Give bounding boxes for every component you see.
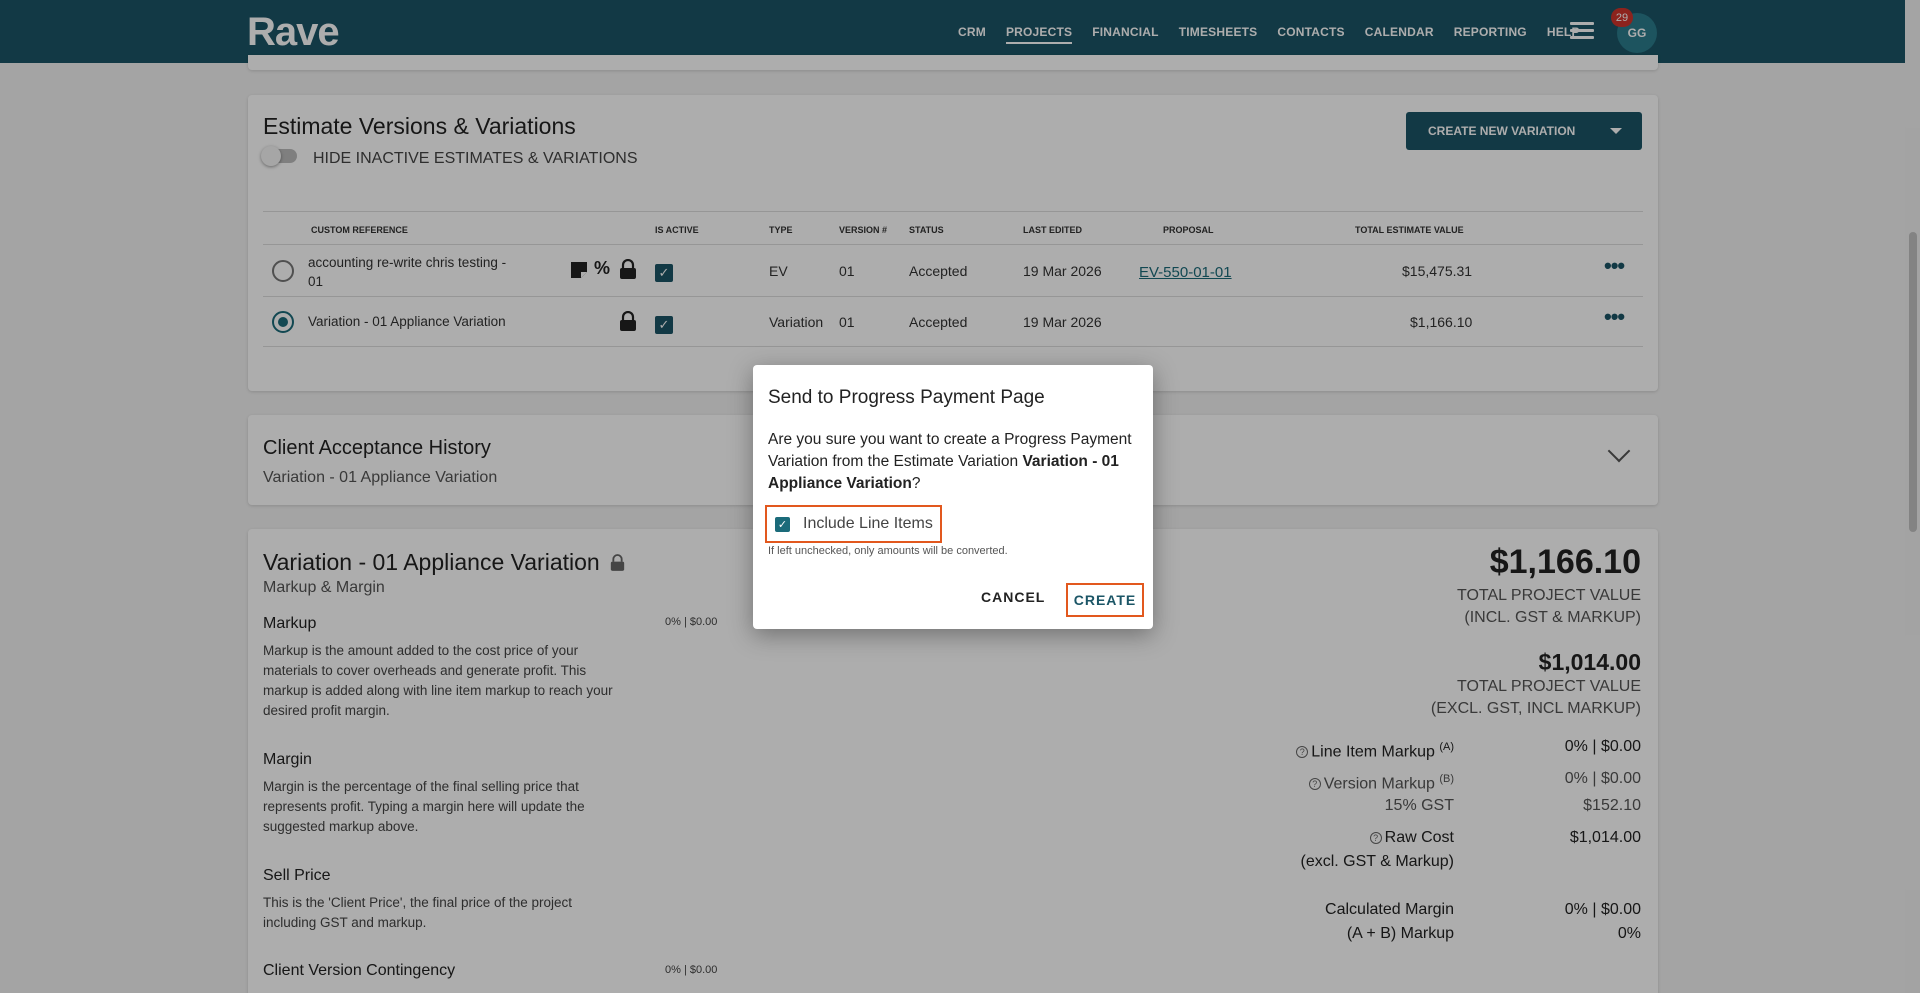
include-line-items-checkbox[interactable]: ✓ Include Line Items xyxy=(765,505,942,543)
dialog-title: Send to Progress Payment Page xyxy=(768,387,1045,408)
send-to-progress-payment-dialog: Send to Progress Payment Page Are you su… xyxy=(753,365,1153,629)
dialog-hint: If left unchecked, only amounts will be … xyxy=(768,545,1008,557)
create-button[interactable]: CREATE xyxy=(1066,583,1144,617)
cancel-button[interactable]: CANCEL xyxy=(981,589,1045,605)
checkbox-checked-icon[interactable]: ✓ xyxy=(775,516,790,532)
include-line-items-label[interactable]: Include Line Items xyxy=(803,515,933,533)
dialog-message: Are you sure you want to create a Progre… xyxy=(768,431,1132,492)
